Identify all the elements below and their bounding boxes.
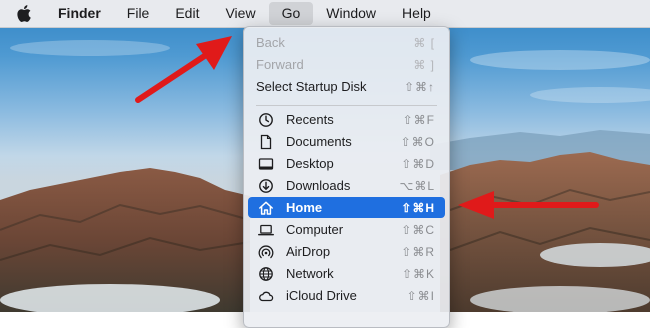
annotation-arrow-home-item: [458, 191, 599, 219]
annotation-arrows: [135, 36, 599, 219]
annotation-arrow-go-menu: [135, 36, 232, 103]
